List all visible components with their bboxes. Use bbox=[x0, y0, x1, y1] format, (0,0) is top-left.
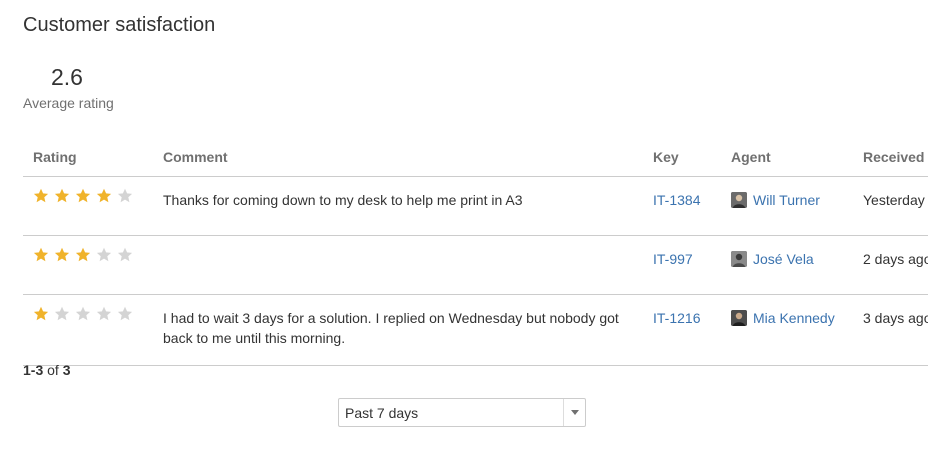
key-cell: IT-1216 bbox=[643, 294, 721, 366]
issue-key-link[interactable]: IT-997 bbox=[653, 251, 693, 267]
pagination-of: of bbox=[47, 362, 59, 378]
star-empty-icon bbox=[54, 306, 70, 322]
star-filled-icon bbox=[54, 247, 70, 263]
issue-key-link[interactable]: IT-1384 bbox=[653, 192, 700, 208]
page-title: Customer satisfaction bbox=[23, 14, 216, 36]
rating-cell bbox=[23, 235, 153, 295]
star-rating bbox=[33, 247, 138, 266]
agent-cell: Will Turner bbox=[721, 176, 853, 236]
received-cell: 2 days ago bbox=[853, 235, 928, 295]
star-empty-icon bbox=[96, 247, 112, 263]
star-empty-icon bbox=[117, 188, 133, 204]
table-row: I had to wait 3 days for a solution. I r… bbox=[23, 294, 928, 366]
column-header-received[interactable]: Received bbox=[853, 138, 928, 177]
star-filled-icon bbox=[96, 188, 112, 204]
average-rating-label: Average rating bbox=[23, 95, 114, 111]
agent-link[interactable]: José Vela bbox=[753, 251, 814, 267]
pagination-summary: 1-3 of 3 bbox=[23, 362, 71, 378]
star-empty-icon bbox=[117, 306, 133, 322]
select-divider bbox=[563, 399, 564, 426]
key-cell: IT-997 bbox=[643, 235, 721, 295]
agent-link[interactable]: Will Turner bbox=[753, 192, 820, 208]
agent-cell: Mia Kennedy bbox=[721, 294, 853, 366]
star-filled-icon bbox=[54, 188, 70, 204]
rating-cell bbox=[23, 176, 153, 236]
star-filled-icon bbox=[33, 188, 49, 204]
feedback-table: Rating Comment Key Agent Received Thanks… bbox=[23, 138, 928, 366]
received-cell: Yesterday bbox=[853, 176, 928, 236]
chevron-down-icon[interactable] bbox=[571, 410, 579, 415]
star-filled-icon bbox=[33, 247, 49, 263]
comment-cell: I had to wait 3 days for a solution. I r… bbox=[153, 294, 643, 366]
time-range-value: Past 7 days bbox=[345, 405, 419, 421]
star-rating bbox=[33, 306, 138, 325]
agent-cell: José Vela bbox=[721, 235, 853, 295]
column-header-comment[interactable]: Comment bbox=[153, 138, 643, 177]
column-header-rating[interactable]: Rating bbox=[23, 138, 153, 177]
table-row: Thanks for coming down to my desk to hel… bbox=[23, 176, 928, 236]
star-filled-icon bbox=[75, 247, 91, 263]
star-empty-icon bbox=[96, 306, 112, 322]
column-header-key[interactable]: Key bbox=[643, 138, 721, 177]
star-filled-icon bbox=[33, 306, 49, 322]
comment-cell bbox=[153, 235, 643, 295]
avatar-icon bbox=[731, 251, 747, 267]
table-row: IT-997 José Vela 2 days ago bbox=[23, 235, 928, 295]
pagination-range: 1-3 bbox=[23, 362, 44, 378]
key-cell: IT-1384 bbox=[643, 176, 721, 236]
issue-key-link[interactable]: IT-1216 bbox=[653, 310, 700, 326]
table-header-row: Rating Comment Key Agent Received bbox=[23, 138, 928, 177]
star-filled-icon bbox=[75, 188, 91, 204]
rating-cell bbox=[23, 294, 153, 366]
star-rating bbox=[33, 188, 138, 207]
time-range-select[interactable]: Past 7 days bbox=[338, 398, 586, 427]
avatar-icon bbox=[731, 310, 747, 326]
pagination-total: 3 bbox=[62, 362, 71, 378]
comment-cell: Thanks for coming down to my desk to hel… bbox=[153, 176, 643, 236]
average-rating-value: 2.6 bbox=[51, 64, 83, 90]
star-empty-icon bbox=[117, 247, 133, 263]
star-empty-icon bbox=[75, 306, 91, 322]
avatar-icon bbox=[731, 192, 747, 208]
agent-link[interactable]: Mia Kennedy bbox=[753, 310, 835, 326]
column-header-agent[interactable]: Agent bbox=[721, 138, 853, 177]
received-cell: 3 days ago bbox=[853, 294, 928, 366]
